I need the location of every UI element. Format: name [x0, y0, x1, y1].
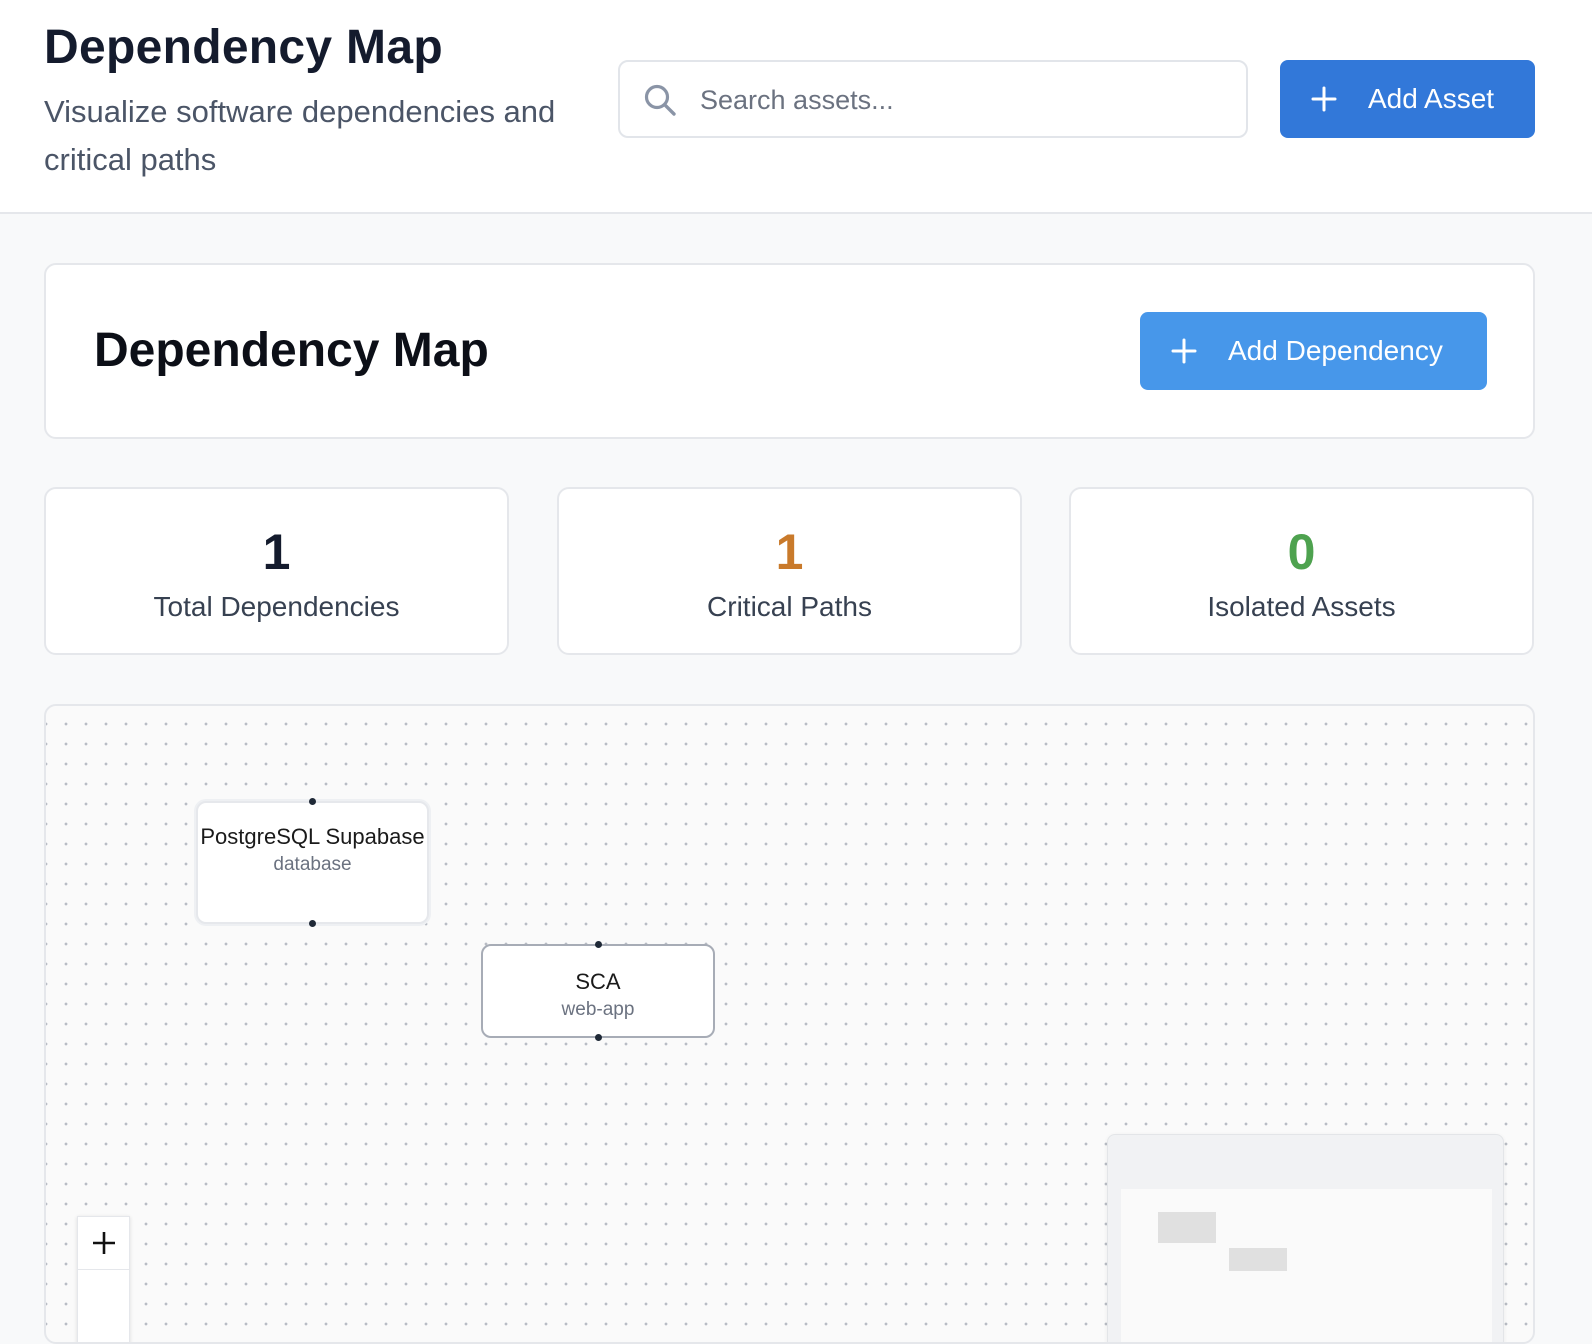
- node-name: PostgreSQL Supabase: [200, 824, 425, 849]
- add-asset-button[interactable]: Add Asset: [1280, 60, 1535, 138]
- stat-label: Total Dependencies: [153, 591, 400, 622]
- top-header: Dependency Map Visualize software depend…: [0, 0, 1592, 214]
- minimap-node: [1229, 1248, 1287, 1271]
- node-type: database: [273, 854, 352, 875]
- node-handle-top[interactable]: [309, 798, 316, 805]
- plus-icon: [92, 1232, 115, 1254]
- node-type: web-app: [561, 999, 635, 1020]
- node-handle-bottom[interactable]: [309, 920, 316, 927]
- stat-value: 0: [1287, 524, 1316, 580]
- minimap-node: [1158, 1212, 1216, 1243]
- page-title: Dependency Map: [44, 21, 443, 74]
- section-title: Dependency Map: [94, 324, 489, 377]
- section-header-card: Dependency Map Add Dependency: [44, 263, 1535, 439]
- minimap[interactable]: [1107, 1134, 1504, 1342]
- stat-value: 1: [775, 524, 804, 580]
- stat-label: Critical Paths: [707, 591, 872, 622]
- zoom-in-button[interactable]: [78, 1217, 129, 1270]
- stat-label: Isolated Assets: [1207, 591, 1396, 622]
- graph-node-sca[interactable]: SCA web-app: [481, 941, 715, 1041]
- add-dependency-button[interactable]: Add Dependency: [1140, 312, 1487, 390]
- dependency-graph-canvas[interactable]: PostgreSQL Supabase database SCA web-app: [44, 704, 1535, 1344]
- stat-card-isolated-assets: 0 Isolated Assets: [1069, 487, 1534, 655]
- minimap-viewport[interactable]: [1121, 1189, 1492, 1342]
- plus-icon: [1171, 338, 1197, 364]
- node-handle-top[interactable]: [594, 941, 602, 948]
- zoom-controls: [77, 1216, 130, 1342]
- plus-icon: [1311, 86, 1337, 112]
- node-name: SCA: [575, 969, 621, 994]
- add-asset-label: Add Asset: [1368, 83, 1495, 114]
- stat-card-total-dependencies: 1 Total Dependencies: [44, 487, 509, 655]
- search-icon: [644, 84, 676, 116]
- search-input[interactable]: [700, 76, 1230, 124]
- stat-card-critical-paths: 1 Critical Paths: [557, 487, 1022, 655]
- graph-node-postgresql-supabase[interactable]: PostgreSQL Supabase database: [196, 798, 429, 927]
- stat-value: 1: [262, 524, 291, 580]
- page-subtitle: Visualize software dependencies and crit…: [44, 94, 556, 177]
- add-dependency-label: Add Dependency: [1228, 335, 1443, 366]
- node-handle-bottom[interactable]: [594, 1034, 602, 1041]
- search-box[interactable]: [618, 60, 1248, 138]
